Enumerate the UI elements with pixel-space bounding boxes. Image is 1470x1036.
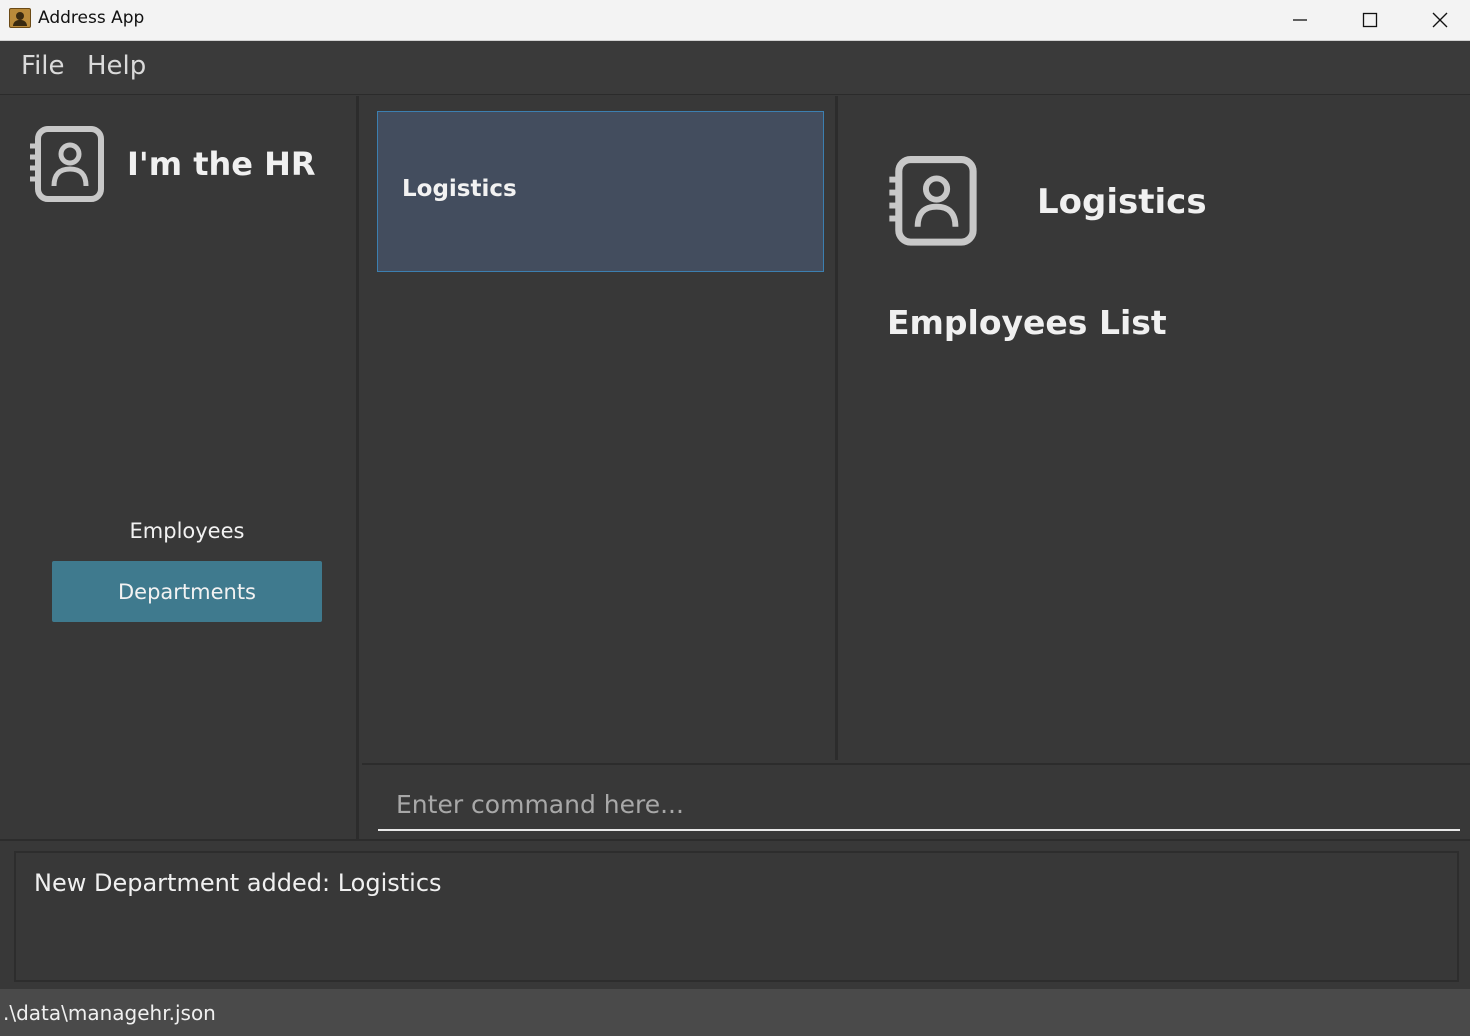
window-title: Address App: [38, 8, 145, 28]
address-book-icon: [30, 126, 104, 202]
nav-departments-label: Departments: [117, 579, 257, 604]
maximize-button[interactable]: [1335, 0, 1405, 40]
employees-list-heading: Employees List: [887, 303, 1167, 342]
department-list-panel: Logistics: [362, 96, 838, 760]
nav-departments-button[interactable]: Departments: [52, 561, 322, 622]
sidebar: I'm the HR Employees Departments: [0, 96, 359, 839]
app-icon: [9, 8, 31, 28]
minimize-icon: [1293, 19, 1307, 21]
department-detail-panel: Logistics Employees List: [841, 96, 1470, 760]
command-box: [362, 763, 1470, 839]
app-name: I'm the HR: [127, 145, 316, 183]
department-card[interactable]: Logistics: [377, 111, 824, 272]
nav-employees-button[interactable]: Employees: [52, 501, 322, 561]
result-display-area: New Department added: Logistics: [0, 839, 1470, 989]
minimize-button[interactable]: [1265, 0, 1335, 40]
result-display: New Department added: Logistics: [14, 851, 1459, 982]
menu-help[interactable]: Help: [87, 51, 146, 81]
status-bar: .\data\managehr.json: [0, 989, 1470, 1036]
menu-file[interactable]: File: [21, 51, 65, 81]
title-bar: Address App: [0, 0, 1470, 41]
detail-department-name: Logistics: [1037, 182, 1207, 222]
menu-bar: File Help: [0, 41, 1470, 95]
result-message: New Department added: Logistics: [34, 869, 442, 897]
save-file-path: .\data\managehr.json: [3, 1001, 216, 1025]
department-card-name: Logistics: [402, 176, 517, 202]
maximize-icon: [1362, 12, 1378, 28]
command-input[interactable]: [378, 779, 1460, 831]
close-icon: [1432, 12, 1448, 28]
nav-employees-label: Employees: [129, 519, 245, 543]
close-button[interactable]: [1405, 0, 1470, 40]
address-book-icon: [889, 156, 977, 246]
